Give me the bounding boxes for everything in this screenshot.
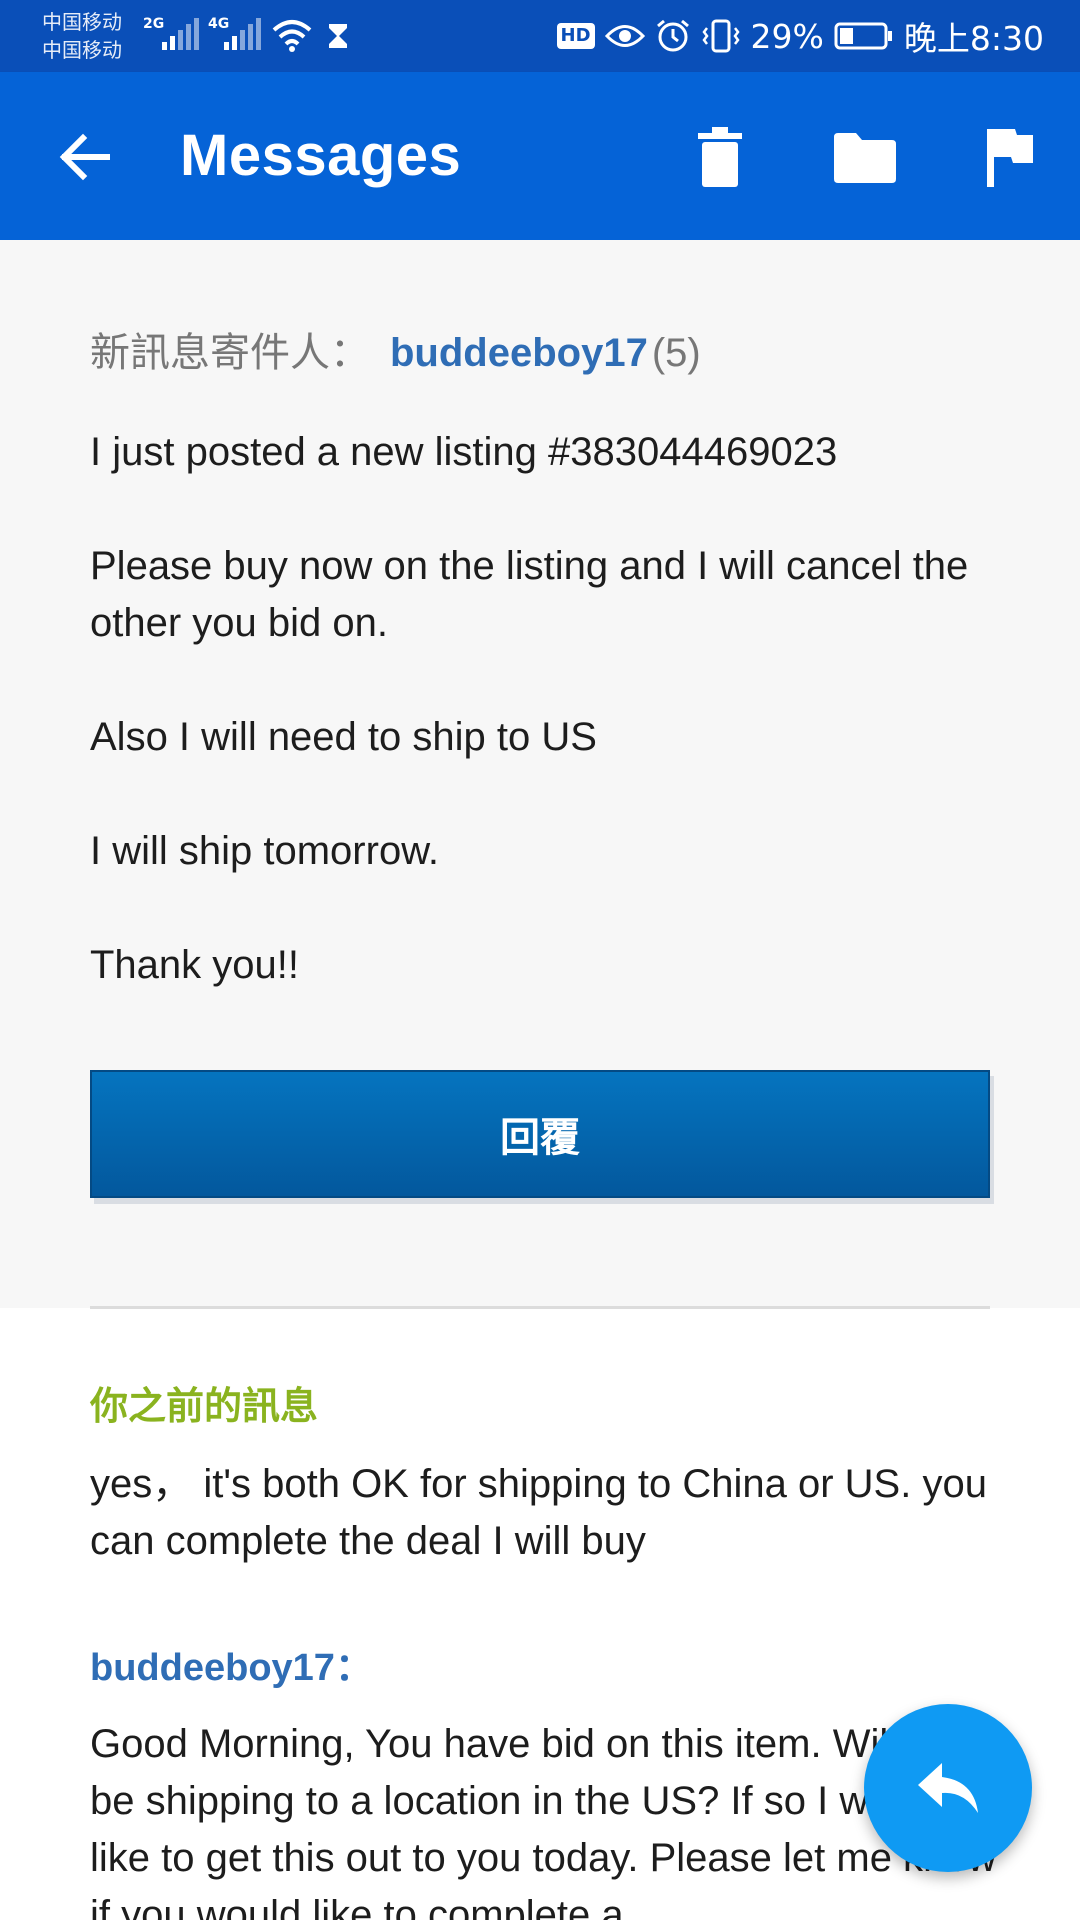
alarm-icon xyxy=(656,19,689,52)
app-bar: Messages xyxy=(0,72,1080,240)
divider xyxy=(90,1306,990,1309)
message-paragraph: Also I will need to ship to US xyxy=(90,715,597,759)
battery-percent: 29% xyxy=(750,16,824,56)
history-sender-name: buddeeboy17： xyxy=(90,1647,373,1689)
page-title: Messages xyxy=(180,123,462,188)
folder-icon xyxy=(834,133,896,183)
sender-line: 新訊息寄件人： buddeeboy17 (5) xyxy=(90,320,701,378)
hourglass-icon xyxy=(329,24,347,48)
message-paragraph: Thank you!! xyxy=(90,943,300,987)
delete-button[interactable] xyxy=(685,122,755,192)
status-right: HD 29% 晚上8:30 xyxy=(556,14,1044,58)
sender-label: 新訊息寄件人： xyxy=(90,331,370,375)
signal-icon xyxy=(224,18,261,50)
eye-icon xyxy=(604,25,645,47)
message-body: I just posted a new listing #38304446902… xyxy=(90,424,1010,1051)
reply-icon xyxy=(918,1763,978,1813)
flag-button[interactable] xyxy=(975,122,1045,192)
hd-badge: HD xyxy=(556,23,595,49)
signal-icon xyxy=(162,18,199,50)
reply-button[interactable]: 回覆 xyxy=(90,1070,990,1198)
message-card: 新訊息寄件人： buddeeboy17 (5) I just posted a ne… xyxy=(0,240,1080,1308)
carrier-info: 中国移动 中国移动 xyxy=(42,8,122,64)
message-paragraph: Please buy now on the listing and I will… xyxy=(90,544,969,645)
previous-message-label: 你之前的訊息 xyxy=(90,1384,319,1428)
carrier-2: 中国移动 xyxy=(42,38,122,62)
sender-feedback-score: (5) xyxy=(651,331,701,375)
message-paragraph: I just posted a new listing #38304446902… xyxy=(90,430,838,474)
vibrate-icon xyxy=(701,19,740,53)
wifi-icon xyxy=(272,20,312,52)
battery-icon xyxy=(834,22,892,50)
status-bar: 中国移动 中国移动 2G 4G HD 29% 晚上8:30 xyxy=(0,0,1080,72)
flag-icon xyxy=(987,129,1033,187)
previous-message-text: yes， it's both OK for shipping to China … xyxy=(90,1462,987,1563)
clock: 晚上8:30 xyxy=(903,19,1044,58)
carrier-1: 中国移动 xyxy=(42,10,122,34)
message-paragraph: I will ship tomorrow. xyxy=(90,829,439,873)
move-to-folder-button[interactable] xyxy=(830,122,900,192)
back-arrow-icon xyxy=(59,133,110,181)
trash-icon xyxy=(698,127,742,187)
floating-reply-button[interactable] xyxy=(864,1704,1032,1872)
back-button[interactable] xyxy=(55,127,115,187)
sender-name-link[interactable]: buddeeboy17 xyxy=(390,331,648,375)
